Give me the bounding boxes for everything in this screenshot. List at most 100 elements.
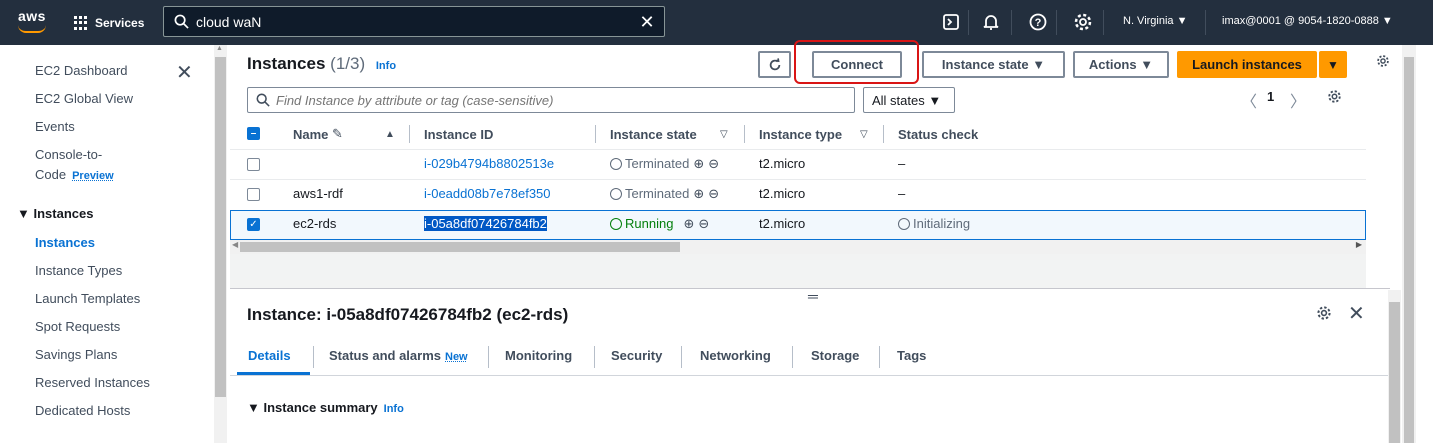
sidebar-item-reserved-instances[interactable]: Reserved Instances bbox=[35, 375, 150, 390]
resize-handle-icon[interactable]: ═ bbox=[808, 288, 818, 304]
column-instance-id[interactable]: Instance ID bbox=[424, 119, 493, 149]
clock-icon bbox=[898, 218, 910, 230]
zoom-out-icon[interactable]: ⊖ bbox=[708, 156, 719, 171]
page-scrollbar[interactable] bbox=[1402, 45, 1416, 443]
sidebar-item-spot-requests[interactable]: Spot Requests bbox=[35, 319, 120, 334]
next-page-icon[interactable]: 〉 bbox=[1290, 88, 1306, 112]
zoom-out-icon[interactable]: ⊖ bbox=[708, 186, 719, 201]
tab-storage[interactable]: Storage bbox=[811, 348, 859, 363]
sort-icon[interactable]: ▽ bbox=[860, 119, 868, 149]
services-menu-button[interactable]: Services bbox=[74, 12, 144, 34]
instance-name[interactable]: aws1-rdf bbox=[293, 186, 343, 201]
detail-scrollbar[interactable] bbox=[1388, 290, 1401, 443]
select-all-checkbox[interactable]: – bbox=[247, 127, 260, 140]
launch-instances-button[interactable]: Launch instances bbox=[1177, 51, 1317, 78]
column-instance-state[interactable]: Instance state bbox=[610, 119, 697, 149]
instance-type: t2.micro bbox=[759, 186, 806, 201]
tab-security[interactable]: Security bbox=[611, 348, 662, 363]
filter-input[interactable] bbox=[276, 91, 836, 109]
row-checkbox-checked[interactable]: ✓ bbox=[247, 218, 260, 231]
zoom-in-icon[interactable]: ⊕ bbox=[693, 156, 704, 171]
region-selector[interactable]: N. Virginia ▼ bbox=[1123, 15, 1188, 27]
status-label: Initializing bbox=[913, 216, 971, 231]
notifications-icon[interactable] bbox=[981, 12, 1001, 32]
cloudshell-icon[interactable] bbox=[941, 12, 961, 32]
edit-icon: ✎ bbox=[332, 126, 343, 141]
actions-button[interactable]: Actions ▼ bbox=[1073, 51, 1169, 78]
settings-icon[interactable] bbox=[1073, 12, 1093, 32]
current-page[interactable]: 1 bbox=[1267, 89, 1274, 104]
instance-state: Terminated ⊕ ⊖ bbox=[610, 186, 719, 202]
row-checkbox[interactable] bbox=[247, 188, 260, 201]
refresh-button[interactable] bbox=[758, 51, 791, 78]
detail-title: Instance: i-05a8df07426784fb2 (ec2-rds) bbox=[247, 305, 569, 324]
status-check: Initializing bbox=[898, 216, 970, 231]
instance-id-link-selected[interactable]: i-05a8df07426784fb2 bbox=[424, 216, 547, 231]
zoom-in-icon[interactable]: ⊕ bbox=[683, 216, 694, 231]
launch-dropdown-button[interactable]: ▼ bbox=[1319, 51, 1347, 78]
sidebar-item-ec2-global-view[interactable]: EC2 Global View bbox=[35, 91, 133, 106]
tab-networking[interactable]: Networking bbox=[700, 348, 771, 363]
states-dropdown[interactable]: All states ▼ bbox=[863, 87, 955, 113]
sidebar-section-instances[interactable]: ▼ Instances bbox=[17, 206, 93, 221]
state-label: Running bbox=[625, 216, 674, 231]
state-label: Terminated bbox=[625, 186, 690, 201]
sort-ascending-icon[interactable]: ▲ bbox=[385, 119, 395, 149]
instance-name[interactable]: ec2-rds bbox=[293, 216, 336, 231]
instance-summary-toggle[interactable]: ▼ Instance summary Info bbox=[247, 400, 404, 415]
sidebar-item-console-to-code-2[interactable]: Code Preview bbox=[35, 167, 114, 182]
global-search-box[interactable]: ✕ bbox=[163, 6, 665, 37]
preview-badge: Preview bbox=[72, 170, 114, 182]
instance-id-link[interactable]: i-029b4794b8802513e bbox=[424, 156, 554, 171]
summary-label: ▼ Instance summary bbox=[247, 400, 378, 415]
table-horizontal-scrollbar[interactable]: ◀ ▶ bbox=[230, 240, 1366, 254]
column-label: Name bbox=[293, 126, 329, 142]
table-preferences-icon[interactable] bbox=[1327, 89, 1342, 104]
search-icon bbox=[174, 14, 189, 29]
tab-tags[interactable]: Tags bbox=[897, 348, 926, 363]
page-title: Instances (1/3) Info bbox=[247, 54, 396, 74]
account-menu[interactable]: imax@0001 @ 9054-1820-0888 ▼ bbox=[1222, 15, 1393, 27]
panel-settings-icon[interactable] bbox=[1376, 54, 1390, 72]
sidebar-item-instance-types[interactable]: Instance Types bbox=[35, 263, 122, 278]
sidebar-item-console-to-code[interactable]: Console-to- bbox=[35, 147, 102, 162]
instance-count: (1/3) bbox=[330, 54, 366, 73]
terminated-icon bbox=[610, 158, 622, 170]
instance-filter-box[interactable] bbox=[247, 87, 855, 113]
state-label: Terminated bbox=[625, 156, 690, 171]
sidebar-item-savings-plans[interactable]: Savings Plans bbox=[35, 347, 117, 362]
sidebar-item-launch-templates[interactable]: Launch Templates bbox=[35, 291, 140, 306]
search-input[interactable] bbox=[196, 12, 616, 32]
status-check: – bbox=[898, 186, 906, 201]
close-detail-icon[interactable]: ✕ bbox=[1348, 301, 1365, 326]
column-status-check[interactable]: Status check bbox=[898, 119, 978, 149]
summary-info-link[interactable]: Info bbox=[384, 403, 404, 415]
services-label: Services bbox=[95, 16, 145, 30]
svg-text:?: ? bbox=[1035, 17, 1042, 29]
column-name[interactable]: Name ✎ bbox=[293, 119, 343, 149]
column-instance-type[interactable]: Instance type bbox=[759, 119, 842, 149]
help-icon[interactable]: ? bbox=[1028, 12, 1048, 32]
aws-logo[interactable]: aws bbox=[18, 8, 50, 36]
zoom-in-icon[interactable]: ⊕ bbox=[693, 186, 704, 201]
close-sidebar-icon[interactable]: ✕ bbox=[176, 60, 193, 85]
instance-state-button[interactable]: Instance state ▼ bbox=[922, 51, 1065, 78]
sidebar-scrollbar[interactable]: ▲ bbox=[214, 45, 227, 443]
clear-search-icon[interactable]: ✕ bbox=[637, 12, 657, 32]
sidebar-item-dedicated-hosts[interactable]: Dedicated Hosts bbox=[35, 403, 130, 418]
refresh-icon bbox=[769, 57, 780, 70]
previous-page-icon[interactable]: 〈 bbox=[1241, 88, 1257, 112]
sidebar-item-instances[interactable]: Instances bbox=[35, 235, 95, 250]
connect-highlight-box bbox=[794, 40, 919, 84]
info-link[interactable]: Info bbox=[376, 60, 396, 72]
detail-settings-icon[interactable] bbox=[1316, 305, 1332, 321]
tab-details[interactable]: Details bbox=[248, 348, 291, 363]
instance-id-link[interactable]: i-0eadd08b7e78ef350 bbox=[424, 186, 551, 201]
zoom-out-icon[interactable]: ⊖ bbox=[698, 216, 709, 231]
row-checkbox[interactable] bbox=[247, 158, 260, 171]
sort-icon[interactable]: ▽ bbox=[720, 119, 728, 149]
sidebar-item-events[interactable]: Events bbox=[35, 119, 75, 134]
tab-monitoring[interactable]: Monitoring bbox=[505, 348, 572, 363]
tab-status-and-alarms[interactable]: Status and alarms New bbox=[329, 348, 468, 363]
sidebar-item-ec2-dashboard[interactable]: EC2 Dashboard bbox=[35, 63, 128, 78]
